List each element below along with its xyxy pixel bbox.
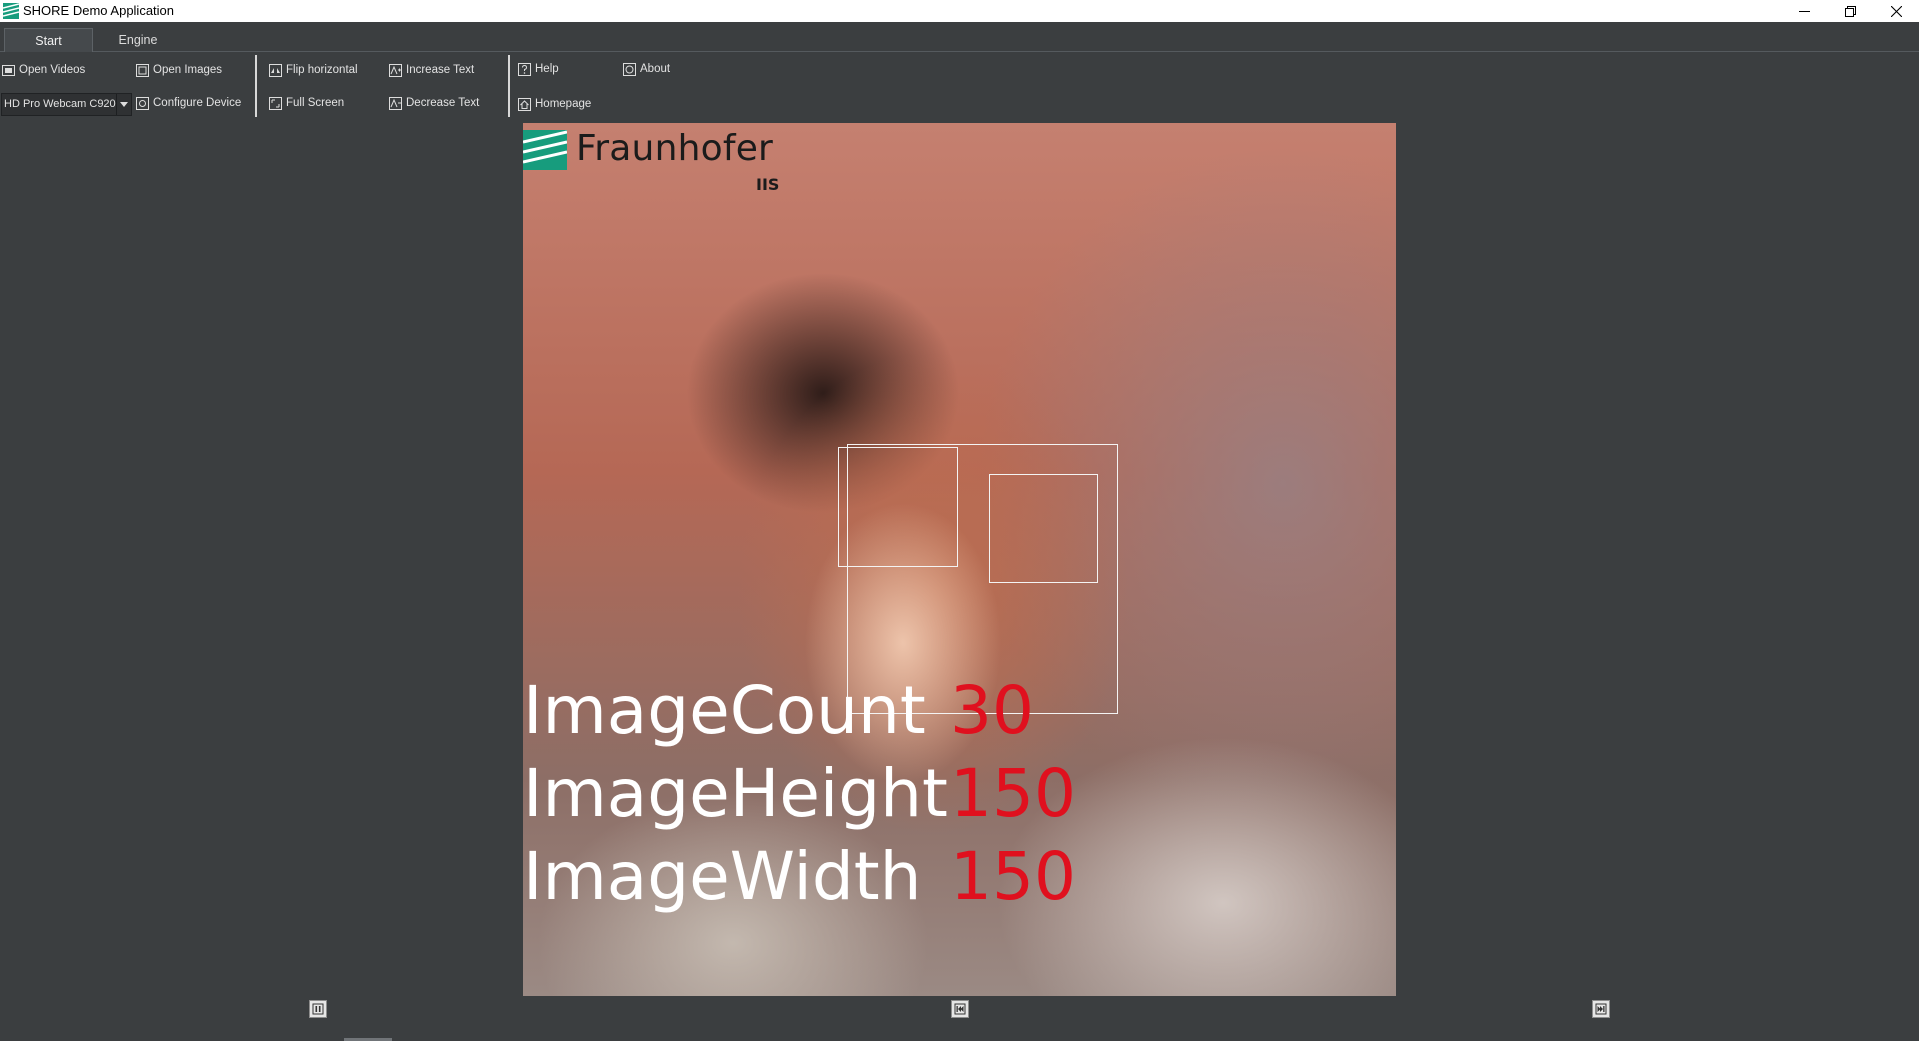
pause-button[interactable] [309, 1000, 327, 1018]
stat-value: 150 [950, 838, 1076, 915]
film-icon [2, 64, 15, 76]
step-back-icon [954, 1003, 966, 1015]
help-label: Help [535, 63, 559, 75]
flip-horizontal-button[interactable]: Flip horizontal [269, 61, 358, 79]
full-screen-label: Full Screen [286, 97, 345, 109]
flip-horizontal-label: Flip horizontal [286, 64, 358, 76]
tab-start[interactable]: Start [4, 28, 93, 52]
configure-device-button[interactable]: Configure Device [136, 94, 241, 112]
step-forward-icon [1595, 1003, 1607, 1015]
close-icon [1890, 5, 1902, 17]
text-increase-icon [389, 63, 402, 77]
title-bar: SHORE Demo Application [0, 0, 1919, 22]
text-decrease-icon [389, 96, 402, 110]
ribbon-tabs: Start Engine [0, 22, 1919, 52]
eye-bounding-box-right [989, 474, 1098, 583]
window-title: SHORE Demo Application [23, 3, 175, 18]
fullscreen-icon [269, 96, 282, 110]
question-icon [518, 62, 531, 76]
device-select[interactable]: HD Pro Webcam C920 [1, 93, 132, 116]
full-screen-button[interactable]: Full Screen [269, 94, 344, 112]
restore-icon [1844, 5, 1856, 17]
device-select-value: HD Pro Webcam C920 [4, 98, 116, 110]
fraunhofer-logo: Fraunhofer IIS [523, 123, 803, 203]
increase-text-label: Increase Text [406, 64, 475, 76]
about-label: About [640, 63, 671, 75]
open-videos-label: Open Videos [19, 64, 86, 76]
about-button[interactable]: About [623, 60, 670, 78]
stat-key: ImageWidth [523, 838, 922, 915]
minimize-icon [1798, 10, 1810, 12]
homepage-button[interactable]: Homepage [518, 95, 591, 113]
stat-value: 30 [950, 672, 1034, 749]
step-back-button[interactable] [951, 1000, 969, 1018]
fraunhofer-mark-icon [523, 130, 567, 170]
tab-engine[interactable]: Engine [99, 28, 177, 51]
stat-key: ImageHeight [523, 755, 948, 832]
toolbar-separator [508, 55, 510, 117]
step-forward-button[interactable] [1592, 1000, 1610, 1018]
flip-icon [269, 63, 282, 77]
eye-bounding-box-left [838, 447, 958, 567]
chevron-down-icon[interactable] [116, 94, 131, 115]
help-button[interactable]: Help [518, 60, 559, 78]
configure-device-label: Configure Device [153, 97, 242, 109]
decrease-text-button[interactable]: Decrease Text [389, 94, 479, 112]
logo-name: Fraunhofer [576, 128, 774, 169]
close-button[interactable] [1873, 0, 1919, 22]
open-videos-button[interactable]: Open Videos [2, 61, 85, 79]
camera-config-icon [136, 96, 149, 110]
stat-value: 150 [950, 755, 1076, 832]
open-images-button[interactable]: Open Images [136, 61, 222, 79]
home-icon [518, 97, 531, 111]
pause-icon [312, 1003, 324, 1015]
minimize-button[interactable] [1781, 0, 1827, 22]
restore-button[interactable] [1827, 0, 1873, 22]
increase-text-button[interactable]: Increase Text [389, 61, 474, 79]
fraunhofer-logo-icon [3, 3, 19, 19]
logo-subtitle: IIS [756, 175, 780, 194]
toolbar-separator [255, 55, 257, 117]
decrease-text-label: Decrease Text [406, 97, 480, 109]
image-viewport: Fraunhofer IIS ImageCount 30 ImageHeight… [523, 123, 1396, 996]
image-icon [136, 63, 149, 77]
info-icon [623, 62, 636, 76]
homepage-label: Homepage [535, 98, 592, 110]
stat-key: ImageCount [523, 672, 926, 749]
open-images-label: Open Images [153, 64, 223, 76]
